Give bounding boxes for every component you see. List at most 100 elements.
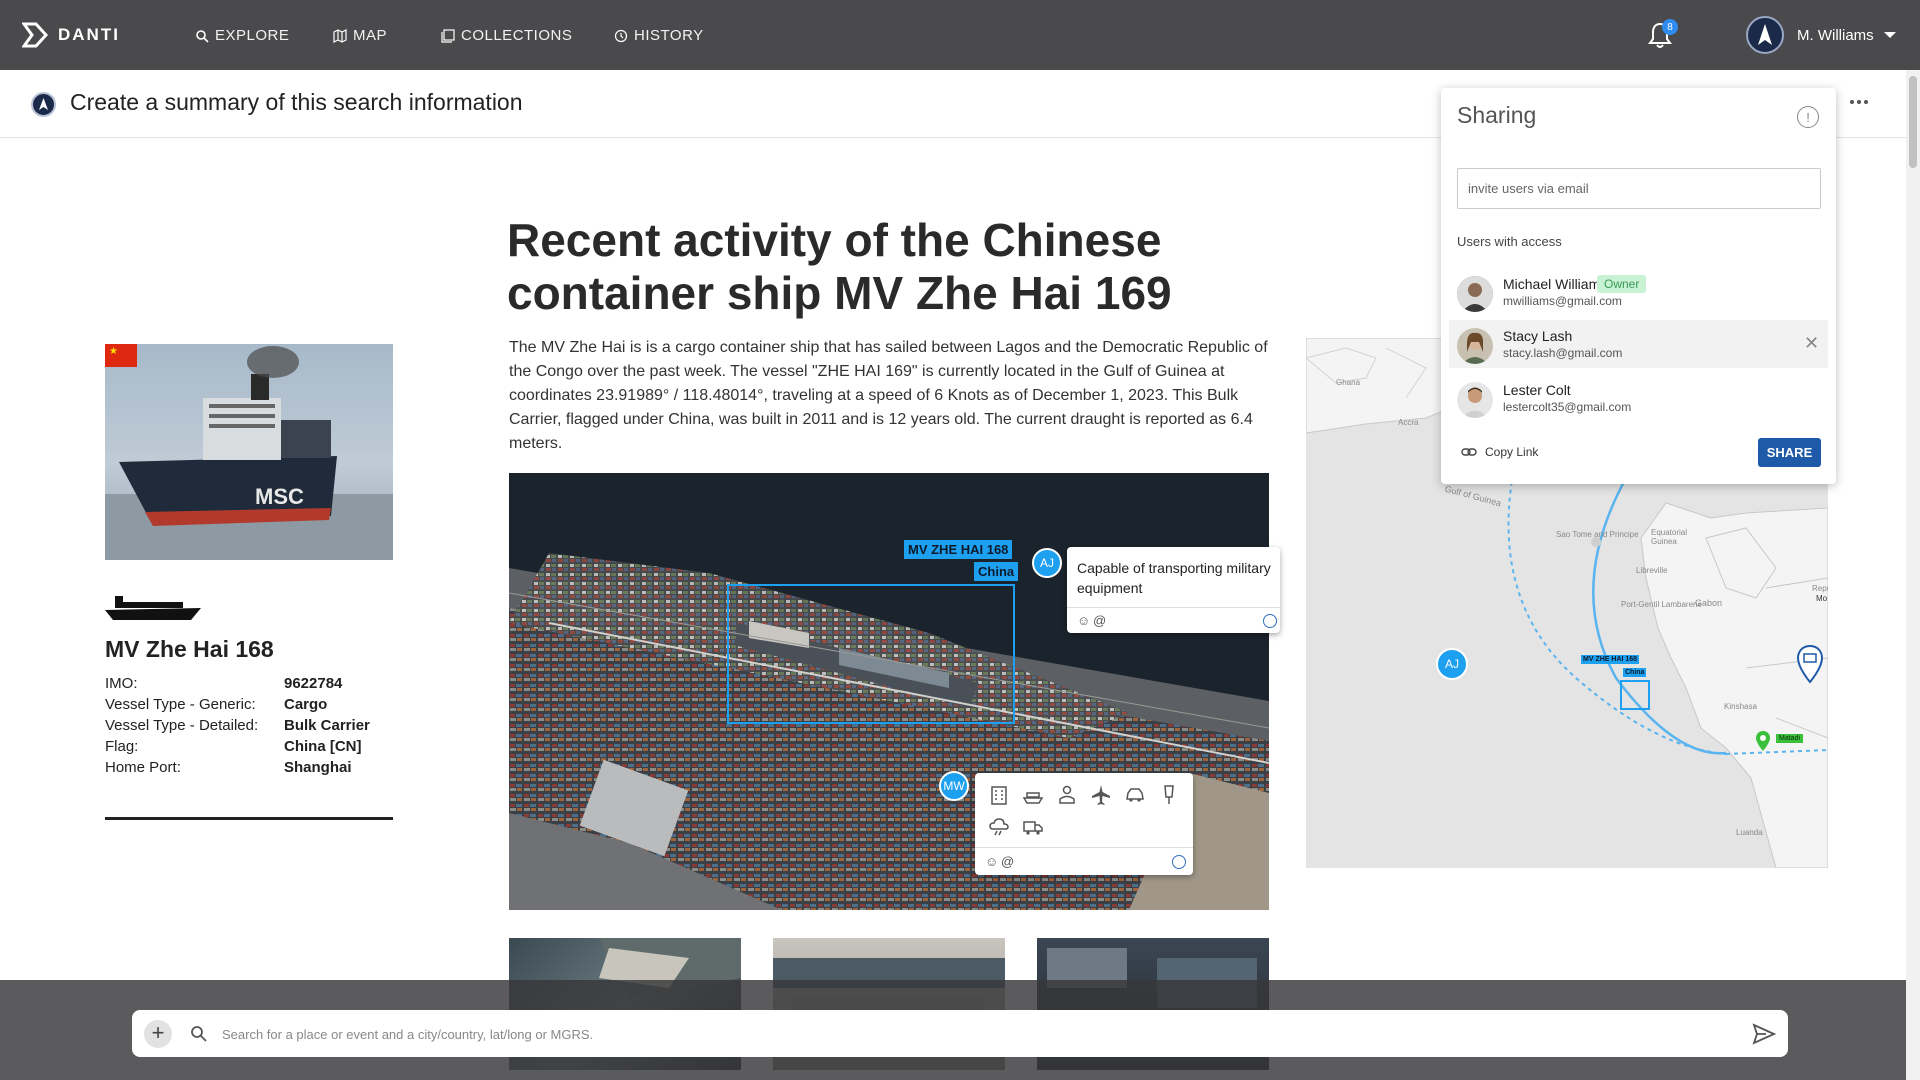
notification-count-badge: 8 [1662,19,1678,35]
copy-link-button[interactable]: Copy Link [1461,445,1538,459]
map-pin-label: Matadi [1776,734,1804,743]
user-name: Lester Colt [1503,382,1571,398]
avatar [1457,382,1493,418]
map-label: Port-Gentil Lambarene [1621,600,1702,609]
search-input[interactable] [222,1020,1722,1048]
military-icon[interactable] [1157,783,1181,807]
nav-map[interactable]: MAP [333,27,387,44]
shared-user-row: Michael Williams Owner mwilliams@gmail.c… [1449,268,1828,316]
map-label: Libreville [1636,566,1668,575]
building-icon[interactable] [987,783,1011,807]
comment-toolbar: ☺ @ [1067,607,1280,633]
nav-explore-label: EXPLORE [215,27,290,44]
map-icon [333,28,347,43]
shared-user-row: Lester Colt lestercolt35@gmail.com [1449,374,1828,422]
map-detection-label-name: MV ZHE HAI 168 [1581,655,1640,664]
map-label: Kinshasa [1724,702,1757,711]
more-options-icon[interactable] [1850,100,1868,104]
vessel-prop-row: IMO: 9622784 [105,675,405,696]
cargo-ship-icon [105,596,201,620]
invite-email-input[interactable] [1457,168,1821,209]
user-avatar[interactable] [1746,16,1784,54]
shared-user-row[interactable]: Stacy Lash stacy.lash@gmail.com ✕ [1449,320,1828,368]
user-email: stacy.lash@gmail.com [1503,346,1623,360]
danti-logo[interactable]: DANTI [22,22,120,48]
danti-logo-icon [22,22,49,48]
comment-user-avatar[interactable]: AJ [1032,548,1062,578]
weather-icon[interactable] [987,815,1011,839]
send-icon[interactable] [1752,1023,1776,1045]
prop-value: China [CN] [284,738,362,755]
add-icon[interactable]: + [144,1020,172,1048]
user-email: lestercolt35@gmail.com [1503,400,1632,414]
ship-icon[interactable] [1021,783,1045,807]
nav-collections[interactable]: COLLECTIONS [441,27,572,44]
copy-link-label: Copy Link [1485,445,1539,459]
vessel-properties: IMO: 9622784 Vessel Type - Generic: Cargo … [105,675,405,780]
collections-icon [441,28,455,43]
comment-text: Capable of transporting military equipme… [1077,560,1271,596]
prop-value: 9622784 [284,675,343,692]
map-label: Sao Tome and Principe [1556,530,1639,539]
user-name[interactable]: M. Williams [1797,27,1874,44]
svg-text:MSC: MSC [255,484,304,509]
user-emblem-icon [1758,24,1772,45]
map-label: Gabon [1695,598,1723,608]
truck-icon[interactable] [1021,815,1045,839]
brand-name: DANTI [58,25,120,44]
tag-picker-toolbar: ☺ @ [975,847,1193,875]
article-body: The MV Zhe Hai is is a cargo container s… [509,339,1268,452]
map-green-pin-icon[interactable] [1755,730,1771,752]
map-label: Luanda [1736,828,1763,837]
prop-value: Shanghai [284,759,352,776]
detection-label-name: MV ZHE HAI 168 [904,540,1013,559]
map-detection-label-country: China [1623,668,1647,677]
nav-map-label: MAP [353,27,388,44]
user-name: Michael Williams [1503,276,1608,292]
prop-value: Bulk Carrier [284,717,370,734]
nav-collections-label: COLLECTIONS [461,27,573,44]
map-location-pin-icon[interactable] [1796,644,1824,684]
prop-label: Vessel Type - Generic: [105,696,256,713]
vessel-name: MV Zhe Hai 168 [105,636,274,662]
link-icon [1461,448,1477,456]
avatar [1457,328,1493,364]
info-icon[interactable]: ! [1797,106,1819,128]
user-menu-caret-icon[interactable] [1884,32,1896,38]
tag-user-avatar[interactable]: MW [939,771,969,801]
airplane-icon[interactable] [1089,783,1113,807]
search-icon [191,1026,207,1042]
map-comment-avatar[interactable]: AJ [1436,648,1468,680]
send-comment-icon[interactable] [1263,614,1277,628]
mention-icon[interactable]: @ [1001,854,1014,869]
scroll-thumb[interactable] [1909,76,1917,168]
remove-user-icon[interactable]: ✕ [1804,334,1819,352]
emoji-icon[interactable]: ☺ [985,854,998,869]
map-label: Equatorial Guinea [1651,528,1688,546]
vessel-prop-row: Home Port: Shanghai [105,759,405,780]
tag-picker: ☺ @ [975,773,1193,875]
page-scrollbar[interactable] [1906,70,1920,1080]
send-tag-icon[interactable] [1172,855,1186,869]
mention-icon[interactable]: @ [1093,613,1106,628]
car-icon[interactable] [1123,783,1147,807]
map-label: Repu [1812,584,1828,593]
detection-bounding-box[interactable] [727,584,1015,724]
search-bar: + [132,1010,1788,1057]
page-title: Create a summary of this search informat… [70,89,523,115]
map-detection-box[interactable] [1620,680,1650,710]
emoji-icon[interactable]: ☺ [1077,613,1090,628]
person-icon[interactable] [1055,783,1079,807]
annotation-comment: Capable of transporting military equipme… [1067,547,1280,633]
map-label: Accra [1398,418,1419,427]
prop-label: IMO: [105,675,138,692]
search-icon [196,29,209,43]
detection-label-country: China [974,562,1019,581]
nav-explore[interactable]: EXPLORE [195,27,289,44]
map-label: Mo [1816,594,1828,603]
map-label: Ghana [1336,378,1361,387]
user-name: Stacy Lash [1503,328,1573,344]
nav-history[interactable]: HISTORY [614,27,704,44]
sharing-title: Sharing [1457,102,1537,128]
share-button[interactable]: SHARE [1758,438,1821,467]
